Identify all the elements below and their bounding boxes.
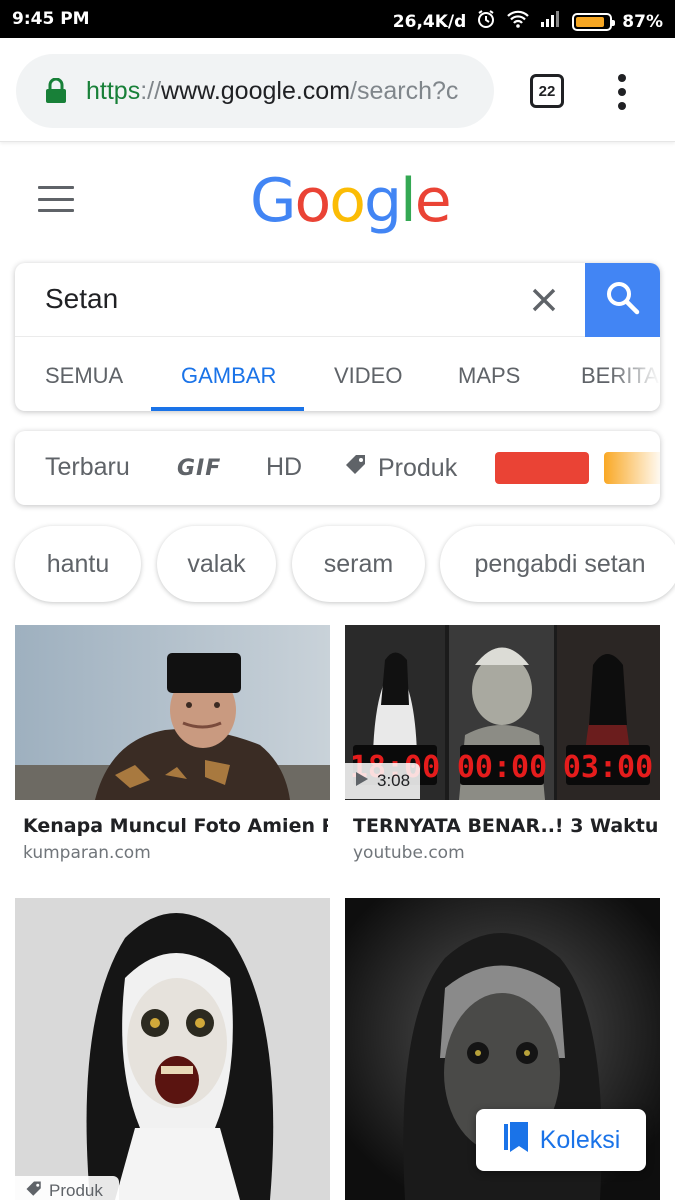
overlay-time-1: 00:00 bbox=[457, 750, 547, 785]
chip-pengabdi-setan[interactable]: pengabdi setan bbox=[440, 526, 675, 602]
alarm-icon bbox=[476, 9, 496, 34]
tab-switcher-button[interactable]: 22 bbox=[530, 74, 564, 108]
search-button[interactable] bbox=[585, 263, 660, 337]
url-path: /search?c bbox=[350, 76, 459, 105]
status-bar: 9:45 PM 26,4K/d 87% bbox=[0, 0, 675, 38]
lock-icon bbox=[44, 77, 68, 105]
logo-letter-4: l bbox=[400, 166, 417, 236]
logo-letter-3: g bbox=[363, 166, 402, 236]
tabs-fade bbox=[610, 337, 660, 411]
url-separator: :// bbox=[140, 76, 162, 105]
filter-bar: Terbaru GIF HD Produk bbox=[15, 431, 660, 505]
video-duration: 3:08 bbox=[377, 771, 411, 790]
battery-icon bbox=[572, 12, 616, 31]
battery-fill bbox=[576, 16, 605, 27]
clear-icon[interactable] bbox=[529, 285, 559, 315]
search-card: Setan SEMUA GAMBAR VIDEO MAPS BERITA bbox=[15, 263, 660, 411]
bookmark-collection-icon bbox=[502, 1120, 530, 1161]
filter-produk[interactable]: Produk bbox=[344, 453, 457, 484]
filter-terbaru[interactable]: Terbaru bbox=[45, 453, 130, 482]
logo-letter-2: o bbox=[329, 166, 366, 236]
result-source-1: kumparan.com bbox=[23, 843, 151, 863]
battery-percent: 87% bbox=[622, 11, 663, 32]
address-bar[interactable]: https://www.google.com/search?c bbox=[16, 54, 494, 128]
network-speed: 26,4K/d bbox=[392, 11, 467, 32]
active-tab-indicator bbox=[151, 407, 304, 411]
play-icon bbox=[355, 771, 369, 792]
chip-valak[interactable]: valak bbox=[157, 526, 276, 602]
color-filter-orange[interactable] bbox=[604, 452, 660, 484]
search-icon bbox=[605, 280, 641, 321]
tab-video[interactable]: VIDEO bbox=[334, 363, 402, 389]
result-title-1[interactable]: Kenapa Muncul Foto Amien R... bbox=[23, 815, 328, 837]
result-title-2[interactable]: TERNYATA BENAR..! 3 Waktu ... bbox=[353, 815, 658, 837]
overlay-time-2: 03:00 bbox=[563, 750, 653, 785]
more-menu-button[interactable] bbox=[612, 72, 632, 112]
status-icons: 26,4K/d 87% bbox=[393, 9, 663, 34]
chip-hantu[interactable]: hantu bbox=[15, 526, 141, 602]
url-text: https://www.google.com/search?c bbox=[86, 77, 458, 106]
hamburger-menu-icon[interactable] bbox=[38, 186, 74, 212]
signal-icon bbox=[540, 10, 562, 33]
browser-toolbar: https://www.google.com/search?c 22 bbox=[0, 38, 675, 142]
page: 9:45 PM 26,4K/d 87% https://www.google.c… bbox=[0, 0, 675, 1200]
result-source-2: youtube.com bbox=[353, 843, 465, 863]
logo-letter-5: e bbox=[414, 166, 452, 236]
tag-icon bbox=[25, 1180, 43, 1200]
chip-seram[interactable]: seram bbox=[292, 526, 425, 602]
video-duration-badge: 3:08 bbox=[345, 763, 420, 799]
filter-hd[interactable]: HD bbox=[266, 453, 302, 482]
google-logo[interactable]: Google bbox=[250, 166, 452, 236]
logo-letter-0: G bbox=[250, 166, 296, 236]
url-scheme: https bbox=[86, 76, 141, 105]
tab-semua[interactable]: SEMUA bbox=[45, 363, 123, 389]
filter-produk-label: Produk bbox=[378, 454, 458, 482]
status-time: 9:45 PM bbox=[12, 9, 90, 29]
logo-letter-1: o bbox=[294, 166, 332, 236]
tag-icon bbox=[344, 453, 368, 484]
koleksi-button[interactable]: Koleksi bbox=[476, 1109, 646, 1171]
url-host: www.google.com bbox=[161, 76, 351, 105]
produk-badge-label: Produk bbox=[49, 1181, 103, 1200]
search-row: Setan bbox=[15, 263, 660, 337]
filter-gif[interactable]: GIF bbox=[177, 456, 221, 481]
tab-maps[interactable]: MAPS bbox=[458, 363, 520, 389]
search-tabs: SEMUA GAMBAR VIDEO MAPS BERITA bbox=[15, 337, 660, 411]
search-input[interactable]: Setan bbox=[45, 283, 118, 315]
color-filter-red[interactable] bbox=[495, 452, 589, 484]
produk-badge: Produk bbox=[15, 1176, 119, 1200]
result-image-1[interactable] bbox=[15, 625, 330, 800]
koleksi-label: Koleksi bbox=[539, 1125, 621, 1154]
tab-gambar[interactable]: GAMBAR bbox=[181, 363, 276, 389]
wifi-icon bbox=[506, 10, 530, 33]
result-image-3[interactable] bbox=[15, 898, 330, 1200]
